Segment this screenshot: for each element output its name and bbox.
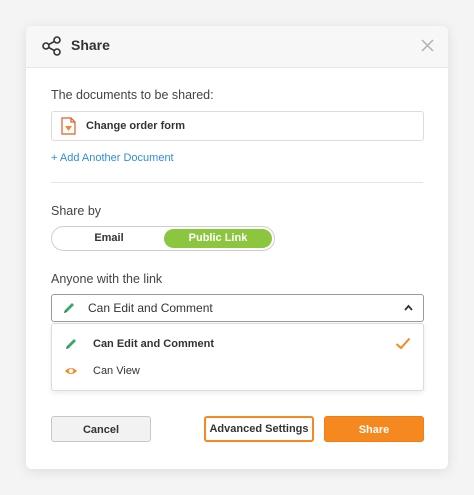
share-by-toggle: Email Public Link bbox=[51, 226, 275, 251]
share-icon bbox=[42, 36, 61, 56]
pdf-document-icon bbox=[61, 117, 76, 135]
share-option-email[interactable]: Email bbox=[54, 229, 164, 248]
permission-option-edit-comment[interactable]: Can Edit and Comment bbox=[52, 331, 423, 357]
document-name: Change order form bbox=[86, 120, 186, 132]
advanced-settings-button[interactable]: Advanced Settings bbox=[204, 416, 314, 442]
document-item[interactable]: Change order form bbox=[51, 111, 424, 141]
permission-dropdown: Can Edit and Comment Can View bbox=[51, 323, 424, 391]
share-dialog: Share The documents to be shared: Change… bbox=[26, 26, 448, 469]
option-label: Can Edit and Comment bbox=[93, 338, 215, 350]
share-option-public-link[interactable]: Public Link bbox=[164, 229, 272, 248]
share-by-label: Share by bbox=[51, 204, 102, 218]
permission-selected-value: Can Edit and Comment bbox=[88, 301, 213, 315]
dialog-header: Share bbox=[26, 26, 448, 68]
divider bbox=[51, 182, 423, 183]
permission-select[interactable]: Can Edit and Comment bbox=[51, 294, 424, 322]
pencil-icon bbox=[66, 339, 76, 349]
link-access-label: Anyone with the link bbox=[51, 272, 163, 286]
chevron-up-icon bbox=[404, 304, 413, 311]
add-document-link[interactable]: + Add Another Document bbox=[51, 152, 174, 164]
dialog-title: Share bbox=[71, 37, 110, 53]
permission-option-view[interactable]: Can View bbox=[52, 358, 423, 384]
eye-icon bbox=[65, 368, 77, 374]
cancel-button[interactable]: Cancel bbox=[51, 416, 151, 442]
documents-label: The documents to be shared: bbox=[51, 88, 214, 102]
pencil-icon bbox=[64, 303, 74, 313]
share-button[interactable]: Share bbox=[324, 416, 424, 442]
checkmark-icon bbox=[395, 337, 411, 350]
close-icon[interactable] bbox=[421, 39, 434, 52]
option-label: Can View bbox=[93, 365, 140, 377]
